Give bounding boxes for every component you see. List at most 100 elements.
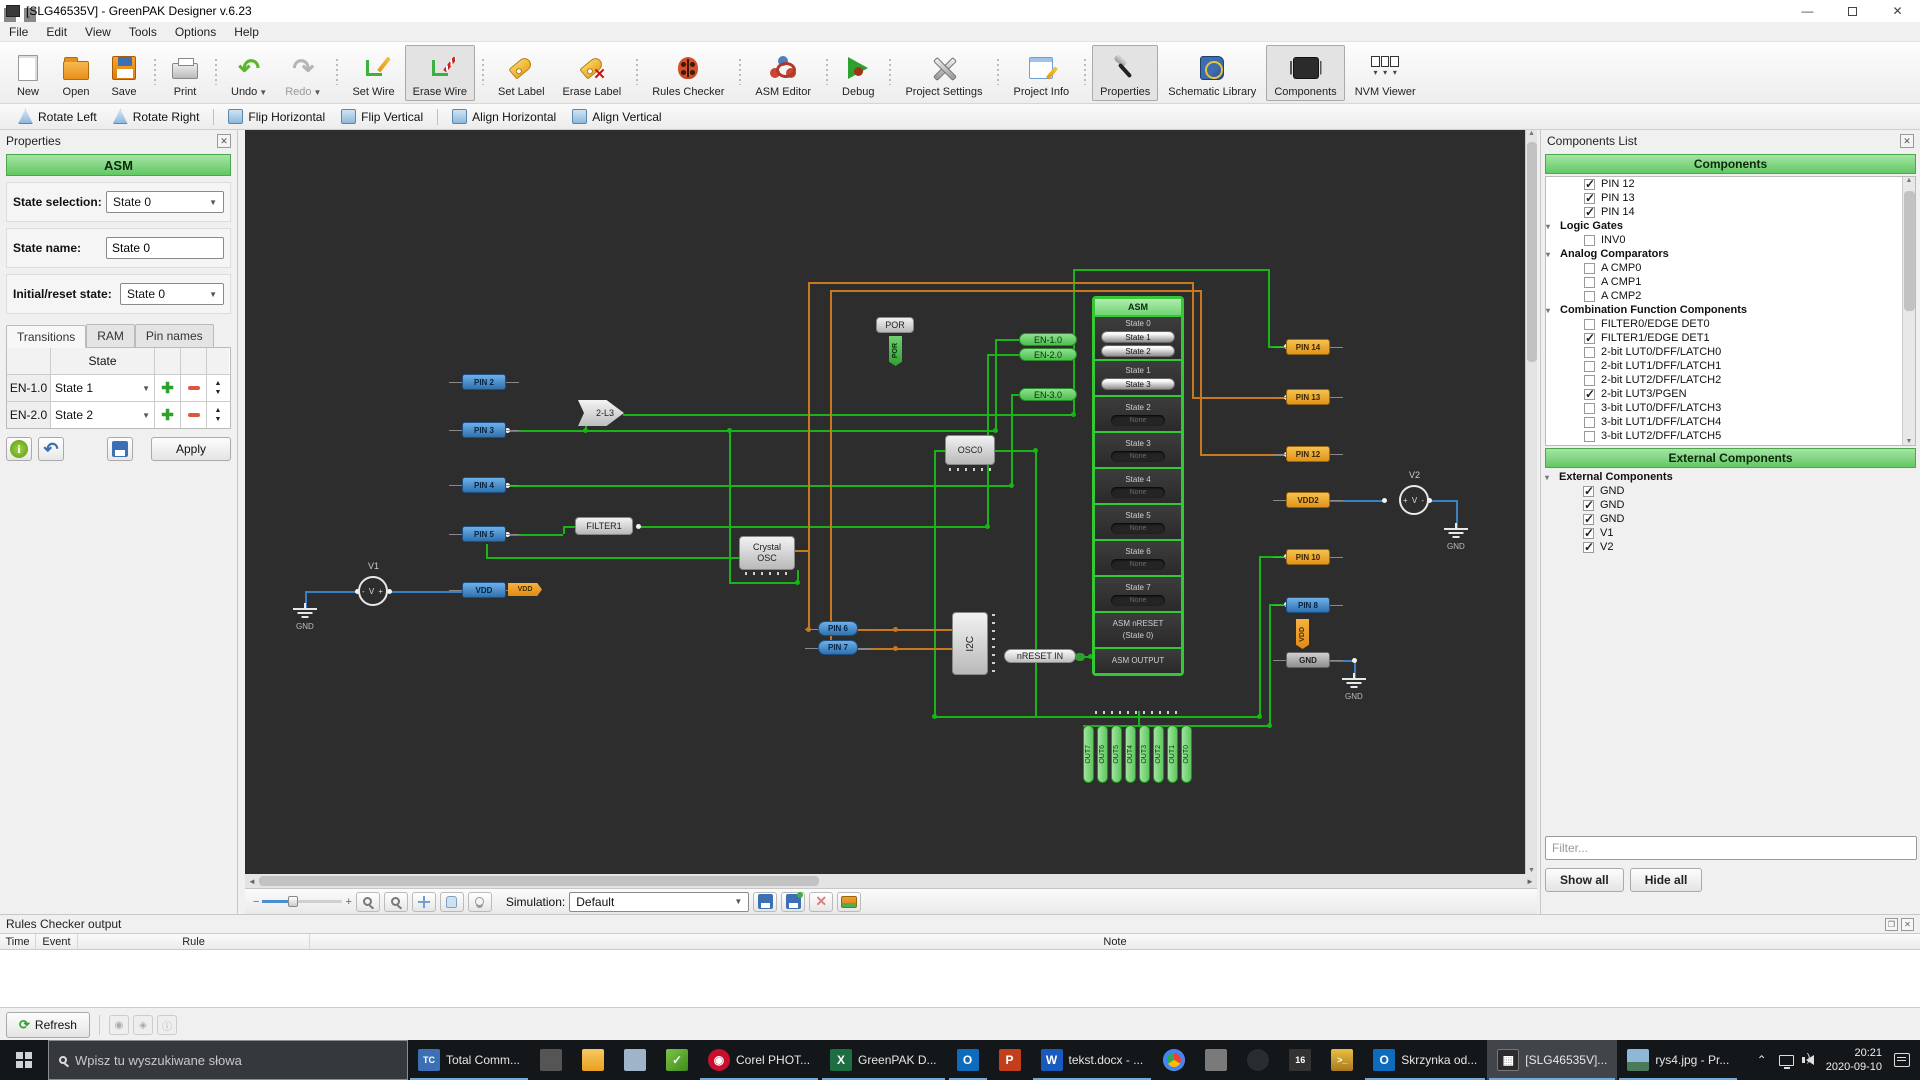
component-pin-14[interactable]: PIN 14 bbox=[1546, 205, 1915, 219]
taskbar-clock[interactable]: 20:21 2020-09-10 bbox=[1826, 1046, 1882, 1074]
out6-label[interactable]: OUT6 bbox=[1097, 725, 1108, 783]
properties-close-icon[interactable]: ✕ bbox=[217, 134, 231, 148]
rotate-left-button[interactable]: Rotate Left bbox=[10, 107, 105, 126]
external-external-components[interactable]: ▾External Components bbox=[1545, 470, 1916, 484]
component-combination-function-components[interactable]: ▾Combination Function Components bbox=[1546, 303, 1915, 317]
pin5-block[interactable]: PIN 5 bbox=[462, 526, 506, 542]
save-as-simulation-button[interactable] bbox=[781, 892, 805, 912]
checkbox-checked[interactable] bbox=[1584, 207, 1595, 218]
component-2-bit-lut1-dff-latch1[interactable]: 2-bit LUT1/DFF/LATCH1 bbox=[1546, 359, 1915, 373]
refresh-button[interactable]: ⟳ Refresh bbox=[6, 1012, 90, 1038]
pin12-block[interactable]: PIN 12 bbox=[1286, 446, 1330, 462]
revert-button[interactable]: ↶ bbox=[38, 437, 64, 461]
v2-source[interactable]: + V - bbox=[1399, 485, 1429, 515]
checkbox-unchecked[interactable] bbox=[1584, 375, 1595, 386]
out0-label[interactable]: OUT0 bbox=[1181, 725, 1192, 783]
external-v2[interactable]: V2 bbox=[1545, 540, 1916, 554]
checkbox-unchecked[interactable] bbox=[1584, 291, 1595, 302]
component-2-bit-lut3-pgen[interactable]: 2-bit LUT3/PGEN bbox=[1546, 387, 1915, 401]
tree-collapse-icon[interactable]: ▾ bbox=[1546, 306, 1556, 315]
v1-source[interactable]: - V + bbox=[358, 576, 388, 606]
properties-button[interactable]: Properties bbox=[1092, 45, 1158, 101]
taskbar-item[interactable] bbox=[572, 1040, 614, 1080]
en3-label[interactable]: EN-3.0 bbox=[1019, 388, 1077, 401]
taskbar-item[interactable]: 16 bbox=[1279, 1040, 1321, 1080]
out7-label[interactable]: OUT7 bbox=[1083, 725, 1094, 783]
checkbox-checked[interactable] bbox=[1583, 514, 1594, 525]
checkbox-unchecked[interactable] bbox=[1584, 403, 1595, 414]
checkbox-checked[interactable] bbox=[1584, 389, 1595, 400]
menu-options[interactable]: Options bbox=[166, 23, 225, 41]
tree-collapse-icon[interactable]: ▾ bbox=[1546, 250, 1556, 259]
component-pin-13[interactable]: PIN 13 bbox=[1546, 191, 1915, 205]
taskbar-item[interactable] bbox=[1195, 1040, 1237, 1080]
gnd-block-block[interactable]: GND bbox=[1286, 652, 1330, 668]
errors-filter-button[interactable]: ◉ bbox=[109, 1015, 129, 1035]
zoom-100-button[interactable] bbox=[356, 892, 380, 912]
new-button[interactable]: New bbox=[5, 45, 51, 101]
flip-vertical-button[interactable]: Flip Vertical bbox=[333, 107, 431, 126]
external-gnd[interactable]: GND bbox=[1545, 512, 1916, 526]
checkbox-unchecked[interactable] bbox=[1584, 431, 1595, 442]
redo-button[interactable]: ↷Redo▼ bbox=[277, 45, 329, 101]
taskbar-item-total-comm-[interactable]: TCTotal Comm... bbox=[408, 1040, 530, 1080]
tab-ram[interactable]: RAM bbox=[86, 324, 135, 347]
asm-block[interactable]: ASMState 0State 1State 2State 1State 3St… bbox=[1092, 296, 1184, 676]
add-transition-button[interactable]: ✚ bbox=[155, 402, 181, 428]
taskbar-item[interactable]: O bbox=[947, 1040, 989, 1080]
component-a-cmp2[interactable]: A CMP2 bbox=[1546, 289, 1915, 303]
state-selection-dropdown[interactable]: State 0▼ bbox=[106, 191, 224, 213]
erase-label-button[interactable]: ✕Erase Label bbox=[555, 45, 630, 101]
out1-label[interactable]: OUT1 bbox=[1167, 725, 1178, 783]
menu-view[interactable]: View bbox=[76, 23, 120, 41]
taskbar-item[interactable] bbox=[530, 1040, 572, 1080]
component-3-bit-lut3-dff-latch6[interactable]: 3-bit LUT3/DFF/LATCH6 bbox=[1546, 443, 1915, 446]
reorder-spinner[interactable]: ▲▼ bbox=[207, 375, 229, 401]
checkbox-unchecked[interactable] bbox=[1584, 445, 1595, 447]
zoom-slider[interactable]: −+ bbox=[253, 896, 352, 908]
component-3-bit-lut2-dff-latch5[interactable]: 3-bit LUT2/DFF/LATCH5 bbox=[1546, 429, 1915, 443]
save-button[interactable]: Save bbox=[101, 45, 147, 101]
pin4-block[interactable]: PIN 4 bbox=[462, 477, 506, 493]
taskbar-item--slg46535v-[interactable]: ▦[SLG46535V]... bbox=[1487, 1040, 1617, 1080]
component-filter1-edge-det1[interactable]: FILTER1/EDGE DET1 bbox=[1546, 331, 1915, 345]
component-analog-comparators[interactable]: ▾Analog Comparators bbox=[1546, 247, 1915, 261]
canvas-horizontal-scrollbar[interactable]: ◄► bbox=[245, 874, 1537, 888]
nreset-in-label[interactable]: nRESET IN bbox=[1004, 649, 1076, 663]
checkbox-unchecked[interactable] bbox=[1584, 263, 1595, 274]
initial-reset-state-dropdown[interactable]: State 0▼ bbox=[120, 283, 224, 305]
panel-detach-icon[interactable]: ❐ bbox=[1885, 918, 1898, 931]
component-3-bit-lut0-dff-latch3[interactable]: 3-bit LUT0/DFF/LATCH3 bbox=[1546, 401, 1915, 415]
out4-label[interactable]: OUT4 bbox=[1125, 725, 1136, 783]
checkbox-unchecked[interactable] bbox=[1584, 277, 1595, 288]
chevron-down-icon[interactable]: ▼ bbox=[314, 88, 322, 97]
highlight-button[interactable] bbox=[468, 892, 492, 912]
save-state-button[interactable] bbox=[107, 437, 133, 461]
hide-all-button[interactable]: Hide all bbox=[1630, 868, 1703, 892]
schematic-canvas[interactable]: PIN 2PIN 3PIN 4PIN 5VDDPIN 6PIN 7PIN 14P… bbox=[245, 130, 1525, 874]
tray-chevron-icon[interactable]: ⌃ bbox=[1757, 1053, 1767, 1067]
checkbox-unchecked[interactable] bbox=[1584, 417, 1595, 428]
zoom-fit-button[interactable] bbox=[384, 892, 408, 912]
pan-button[interactable] bbox=[412, 892, 436, 912]
emulation-button[interactable] bbox=[837, 892, 861, 912]
component-2-bit-lut2-dff-latch2[interactable]: 2-bit LUT2/DFF/LATCH2 bbox=[1546, 373, 1915, 387]
debug-button[interactable]: Debug bbox=[834, 45, 882, 101]
menu-tools[interactable]: Tools bbox=[120, 23, 166, 41]
info-filter-button[interactable]: ⓘ bbox=[157, 1015, 177, 1035]
warnings-filter-button[interactable]: ◈ bbox=[133, 1015, 153, 1035]
components-filter-input[interactable] bbox=[1545, 836, 1917, 860]
align-horizontal-button[interactable]: Align Horizontal bbox=[444, 107, 564, 126]
apply-button[interactable]: Apply bbox=[151, 437, 231, 461]
asm-state-button[interactable]: State 2 bbox=[1101, 345, 1175, 357]
component-pin-12[interactable]: PIN 12 bbox=[1546, 177, 1915, 191]
taskbar-item[interactable] bbox=[614, 1040, 656, 1080]
taskbar-item[interactable]: >_ bbox=[1321, 1040, 1363, 1080]
or-gate-2-l3[interactable]: 2-L3 bbox=[578, 400, 624, 426]
delete-simulation-button[interactable]: ✕ bbox=[809, 892, 833, 912]
network-icon[interactable] bbox=[1779, 1055, 1794, 1066]
out5-label[interactable]: OUT5 bbox=[1111, 725, 1122, 783]
pin13-block[interactable]: PIN 13 bbox=[1286, 389, 1330, 405]
taskbar-item-rys4-jpg-pr-[interactable]: rys4.jpg - Pr... bbox=[1617, 1040, 1739, 1080]
info-button[interactable]: i bbox=[6, 437, 32, 461]
